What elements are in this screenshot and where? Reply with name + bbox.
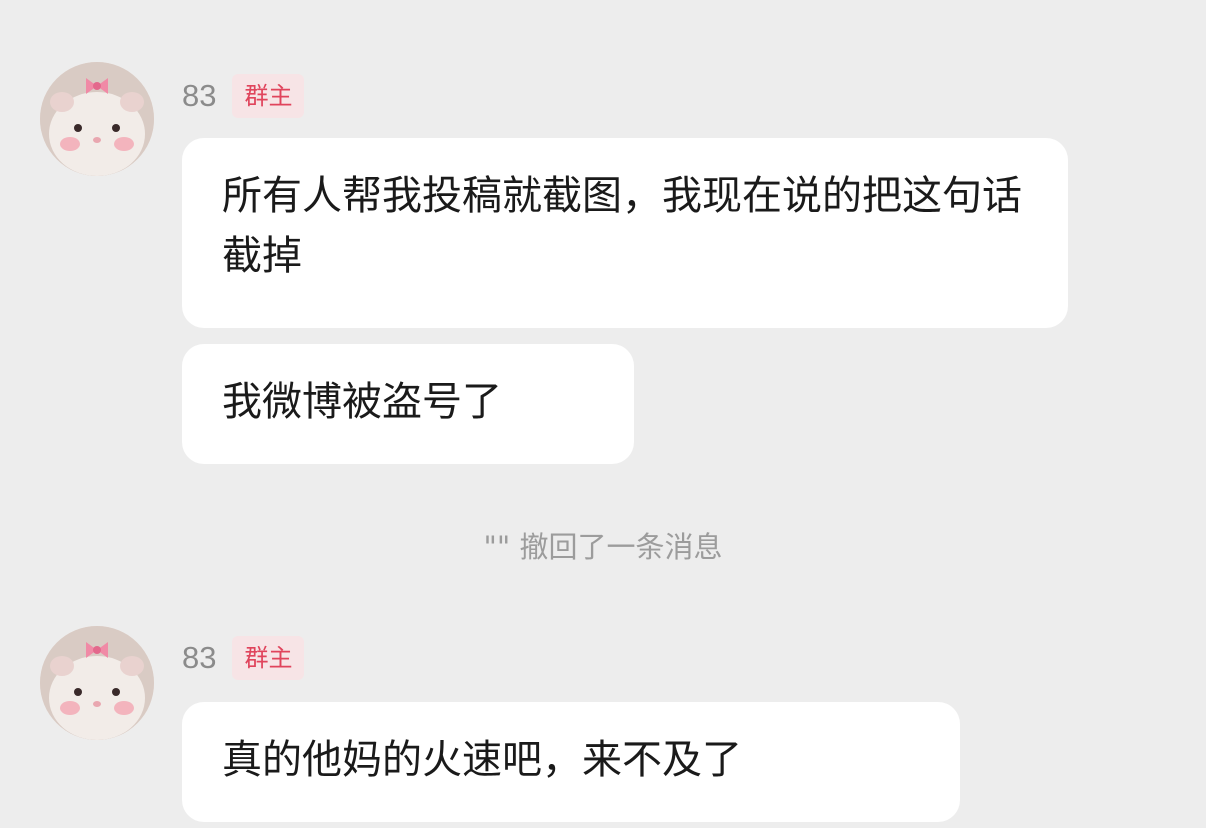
message-text: 我微博被盗号了 <box>222 379 502 425</box>
message-bubble[interactable]: 真的他妈的火速吧，来不及了 <box>182 702 960 822</box>
sender-row: 83 群主 <box>182 74 305 118</box>
group-owner-badge: 群主 <box>232 74 305 118</box>
message-bubble[interactable]: 我微博被盗号了 <box>182 344 634 464</box>
hamster-avatar-icon <box>40 62 154 176</box>
sender-name[interactable]: 83 <box>182 640 216 676</box>
hamster-avatar-icon <box>40 626 154 740</box>
message-text: 真的他妈的火速吧，来不及了 <box>222 737 742 783</box>
avatar[interactable] <box>40 626 154 740</box>
avatar[interactable] <box>40 62 154 176</box>
message-text: 所有人帮我投稿就截图，我现在说的把这句话截掉 <box>222 173 1022 279</box>
sender-name[interactable]: 83 <box>182 78 216 114</box>
recall-notice: "" 撤回了一条消息 <box>483 530 723 564</box>
group-owner-badge: 群主 <box>232 636 305 680</box>
sender-row: 83 群主 <box>182 636 305 680</box>
message-bubble[interactable]: 所有人帮我投稿就截图，我现在说的把这句话截掉 <box>182 138 1068 328</box>
